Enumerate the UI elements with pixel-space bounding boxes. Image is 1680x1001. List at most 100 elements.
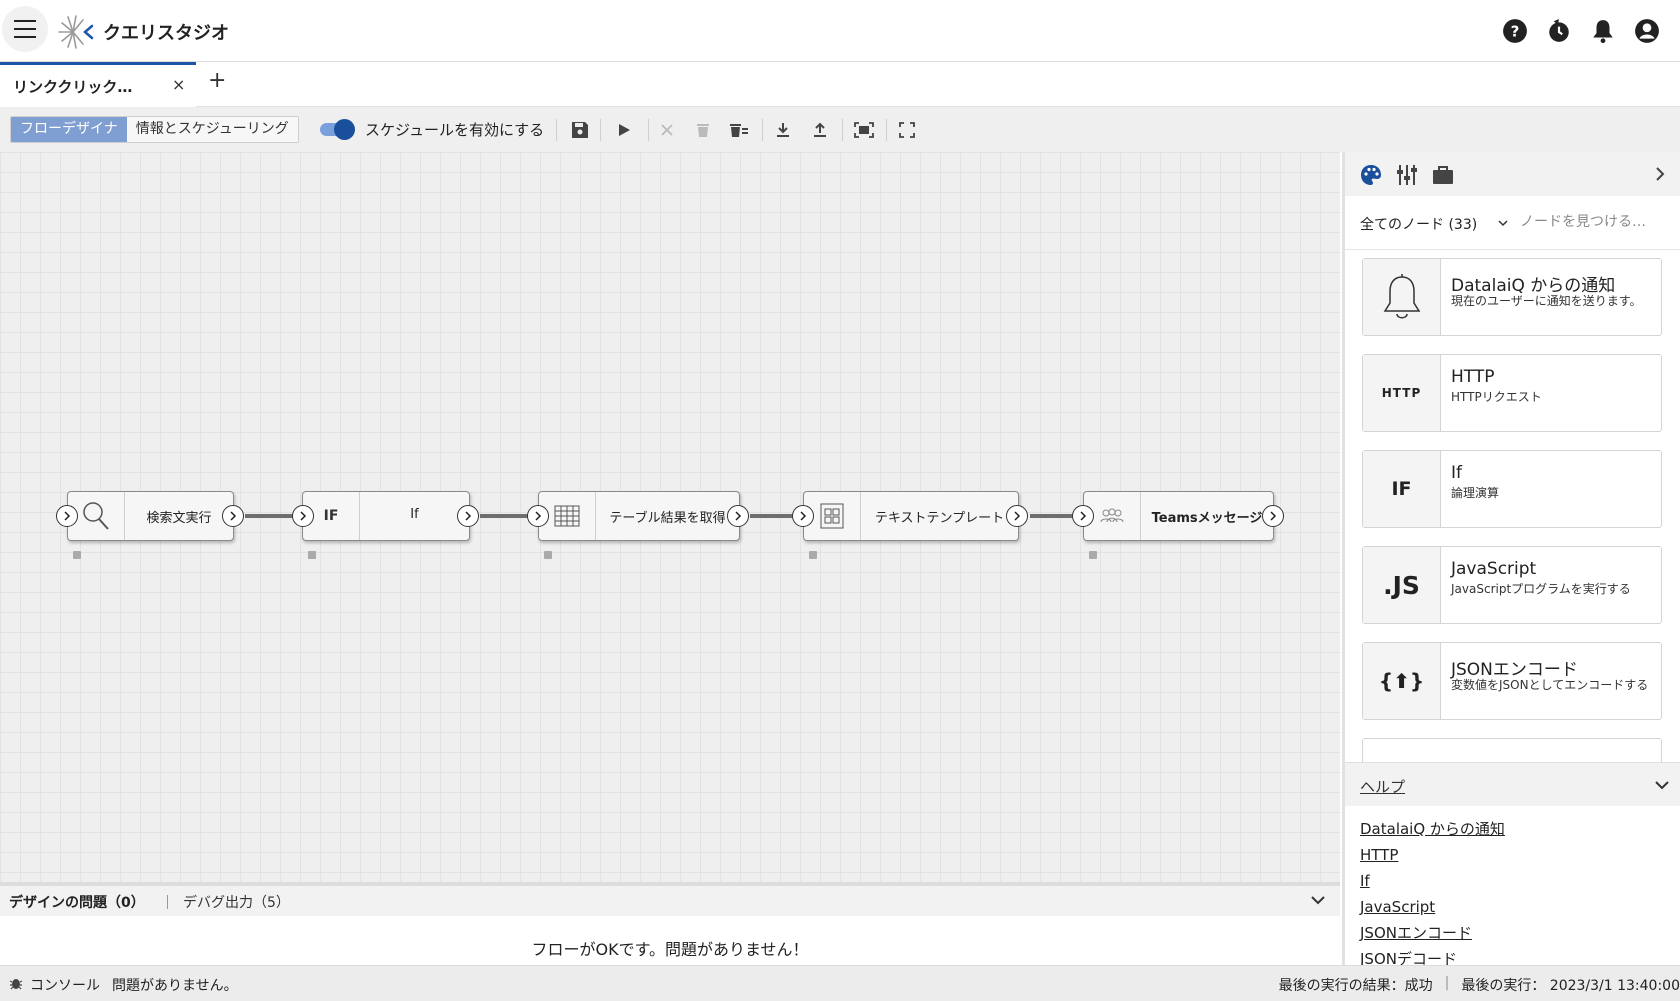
output-port[interactable] (222, 505, 244, 527)
chevron-right-icon (1080, 511, 1087, 521)
palette-item-desc: 論理演算 (1451, 486, 1500, 500)
help-link[interactable]: JavaScript (1360, 894, 1680, 920)
console-button[interactable]: コンソール (30, 975, 100, 995)
node-filter-select[interactable]: 全てのノード (33) (1360, 214, 1477, 234)
mode-info-scheduling-button[interactable]: 情報とスケジューリング (126, 117, 298, 142)
account-icon[interactable] (1634, 18, 1660, 44)
output-port[interactable] (1006, 505, 1028, 527)
toolbar: フローデザイナ 情報とスケジューリング スケジュールを有効にする (0, 107, 1680, 152)
last-run-result: 最後の実行の結果：成功 (1278, 978, 1433, 994)
schedule-toggle[interactable] (318, 117, 356, 141)
palette-item-http[interactable]: HTTP HTTP HTTPリクエスト (1362, 354, 1662, 432)
flow-wire[interactable] (750, 514, 798, 518)
add-tab-button[interactable]: + (208, 68, 226, 93)
delete-all-button[interactable] (727, 118, 751, 142)
sliders-icon[interactable] (1396, 164, 1418, 186)
app-logo-icon (58, 15, 94, 49)
flow-wire[interactable] (480, 514, 528, 518)
flow-node-if[interactable]: IF If (302, 491, 470, 541)
chevron-down-icon[interactable] (1496, 216, 1510, 230)
tab-design-issues[interactable]: デザインの問題（0） (9, 892, 145, 912)
template-icon (820, 503, 844, 529)
palette-icon[interactable] (1360, 164, 1382, 186)
tab-debug-output[interactable]: デバグ出力（5） (183, 892, 290, 912)
help-link[interactable]: DatalaiQ からの通知 (1360, 816, 1680, 842)
menu-button[interactable] (2, 6, 48, 52)
help-links: DatalaiQ からの通知 HTTP If JavaScript JSONエン… (1345, 806, 1680, 965)
mode-flow-designer-button[interactable]: フローデザイナ (11, 117, 127, 142)
flow-node-teams-message[interactable]: Teamsメッセージ (1083, 491, 1274, 541)
help-link[interactable]: JSONエンコード (1360, 920, 1680, 946)
design-status-message: フローがOKです。問題がありません！ (531, 940, 809, 959)
briefcase-icon[interactable] (1432, 164, 1454, 186)
palette-item-title: DatalaiQ からの通知 (1451, 276, 1616, 296)
bell-icon (1383, 274, 1420, 319)
trash-icon (697, 124, 709, 137)
palette-item-desc: JavaScriptプログラムを実行する (1451, 582, 1631, 596)
help-link[interactable]: JSONデコード (1360, 946, 1680, 965)
palette-item-title: JSONエンコード (1451, 660, 1578, 680)
input-port[interactable] (56, 505, 78, 527)
node-label: 検索文実行 (146, 511, 212, 526)
tab-close-button[interactable]: × (172, 75, 185, 94)
json-encode-icon: {⬆} (1378, 669, 1425, 693)
flow-node-search[interactable]: 検索文実行 (67, 491, 234, 541)
hamburger-icon (14, 20, 36, 38)
palette-item-json-encode[interactable]: {⬆} JSONエンコード 変数値をJSONとしてエンコードする (1362, 642, 1662, 720)
status-bar: コンソール 問題がありません。 最後の実行の結果：成功 | 最後の実行： 202… (0, 965, 1680, 1001)
palette-item-if[interactable]: IF If 論理演算 (1362, 450, 1662, 528)
palette-item-notification[interactable]: DatalaiQ からの通知 現在のユーザーに通知を送ります。 (1362, 258, 1662, 336)
output-port[interactable] (457, 505, 479, 527)
help-link[interactable]: If (1360, 868, 1680, 894)
chevron-right-icon (230, 511, 237, 521)
upload-button[interactable] (808, 118, 832, 142)
upload-icon (814, 122, 826, 137)
node-label: Teamsメッセージ (1151, 511, 1263, 526)
node-palette-list: DatalaiQ からの通知 現在のユーザーに通知を送ります。 HTTP HTT… (1345, 250, 1680, 762)
node-status-indicator (1089, 551, 1097, 559)
input-port[interactable] (292, 505, 314, 527)
palette-item-title: HTTP (1451, 367, 1495, 387)
javascript-icon: .JS (1383, 570, 1420, 600)
download-button[interactable] (771, 118, 795, 142)
chevron-down-icon[interactable] (1653, 776, 1671, 794)
tab-flow[interactable]: リンククリック… × (0, 62, 196, 107)
help-section-title[interactable]: ヘルプ (1360, 776, 1405, 797)
http-icon: HTTP (1381, 386, 1422, 400)
teams-icon (1100, 508, 1124, 523)
help-icon[interactable]: ? (1502, 18, 1528, 44)
console-status-message: 問題がありません。 (112, 978, 238, 994)
chevron-right-icon (64, 511, 71, 521)
svg-text:?: ? (1511, 22, 1520, 40)
fullscreen-button[interactable] (895, 118, 919, 142)
fullscreen-icon (899, 122, 915, 138)
flow-node-text-template[interactable]: テキストテンプレート (803, 491, 1019, 541)
last-run-time: 最後の実行： 2023/3/1 13:40:00 (1461, 978, 1680, 994)
chevron-down-icon[interactable] (1308, 890, 1328, 910)
palette-item-javascript[interactable]: .JS JavaScript JavaScriptプログラムを実行する (1362, 546, 1662, 624)
trash-list-icon (730, 124, 748, 137)
fit-view-button[interactable] (852, 118, 876, 142)
chevron-right-icon (800, 511, 807, 521)
run-button[interactable] (612, 118, 636, 142)
history-icon[interactable] (1546, 18, 1572, 44)
flow-node-table-result[interactable]: テーブル結果を取得 (538, 491, 740, 541)
output-port[interactable] (1262, 505, 1284, 527)
input-port[interactable] (527, 505, 549, 527)
flow-wire[interactable] (245, 514, 293, 518)
if-icon: IF (323, 508, 339, 524)
output-port[interactable] (727, 505, 749, 527)
cancel-button[interactable] (655, 118, 679, 142)
help-link[interactable]: HTTP (1360, 842, 1680, 868)
save-button[interactable] (568, 118, 592, 142)
save-icon (572, 122, 588, 138)
input-port[interactable] (1072, 505, 1094, 527)
chevron-right-icon[interactable] (1650, 164, 1670, 184)
node-search-input[interactable] (1520, 208, 1670, 236)
palette-item-partial[interactable] (1362, 738, 1662, 762)
input-port[interactable] (792, 505, 814, 527)
delete-button[interactable] (691, 118, 715, 142)
node-label: テキストテンプレート (874, 511, 1005, 526)
notification-bell-icon[interactable] (1590, 18, 1616, 44)
node-status-indicator (308, 551, 316, 559)
